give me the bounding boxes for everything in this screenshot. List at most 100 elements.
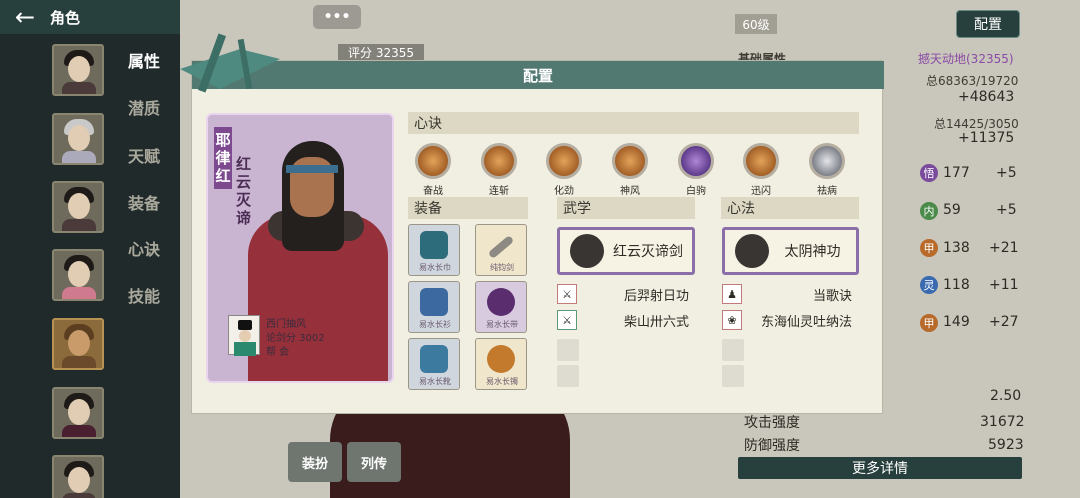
character-card: 耶律红 红云灭谛 西门抽风 论剑分 3002 帮 会 (206, 113, 394, 383)
xinjue-icon (546, 143, 582, 179)
xinjue-slot[interactable]: 化劲 (545, 143, 583, 197)
character-avatar[interactable] (52, 113, 104, 165)
xinjue-header: 心诀 (408, 112, 859, 134)
tab-equipment[interactable]: 装备 (128, 190, 168, 214)
more-details-button[interactable]: 更多详情 (738, 457, 1022, 479)
bonus-value-1: +48643 (958, 89, 1015, 105)
attribute-icon: 内 (920, 202, 938, 220)
xinjue-icon (743, 143, 779, 179)
costume-button[interactable]: 装扮 (288, 442, 342, 482)
xinjue-slot[interactable]: 白驹 (677, 143, 715, 197)
owner-score: 论剑分 3002 (266, 333, 325, 344)
empty-slot[interactable] (722, 339, 744, 361)
biography-button[interactable]: 列传 (347, 442, 401, 482)
equipment-slot[interactable]: 纯钧剑 (475, 224, 527, 276)
attack-value: 31672 (980, 414, 1025, 430)
character-avatar[interactable] (52, 44, 104, 96)
attribute-bonus: +11 (989, 277, 1019, 293)
wuxue-main-slot[interactable]: 红云灭谛剑 (557, 227, 695, 275)
xinjue-icon (481, 143, 517, 179)
owner-avatar (228, 315, 260, 356)
stat-value: 2.50 (990, 388, 1022, 404)
equipment-slot[interactable]: 易水长带 (475, 281, 527, 333)
attribute-icon: 悟 (920, 164, 938, 182)
equipment-slot[interactable]: 易水长巾 (408, 224, 460, 276)
wuxue-sub-slot[interactable]: ⚔ 柴山卅六式 (557, 309, 689, 331)
character-skill: 红云灭谛 (236, 155, 252, 227)
tab-skills[interactable]: 技能 (128, 283, 168, 307)
attribute-bonus: +21 (989, 240, 1019, 256)
attribute-value: 138 (943, 240, 970, 256)
xinjue-slot[interactable]: 祛病 (808, 143, 846, 197)
owner-guild: 帮 会 (266, 347, 290, 358)
character-avatar[interactable] (52, 249, 104, 301)
character-avatar[interactable] (52, 455, 104, 498)
tab-xinjue[interactable]: 心诀 (128, 236, 168, 260)
xinjue-slot[interactable]: 神风 (611, 143, 649, 197)
level-badge: 60级 (735, 14, 777, 34)
decoration-icon (180, 33, 280, 93)
equipment-slot[interactable]: 易水长衫 (408, 281, 460, 333)
xinjue-icon (809, 143, 845, 179)
back-arrow-icon[interactable]: ← (0, 0, 50, 34)
skill-icon: ♟ (722, 284, 742, 304)
character-avatar[interactable] (52, 387, 104, 439)
config-modal: 配置 耶律红 红云灭谛 西门抽风 论剑分 3002 帮 会 心诀 奋战 连斩 化… (180, 33, 884, 414)
xinjue-icon (612, 143, 648, 179)
skill-icon: ⚔ (557, 284, 577, 304)
skill-icon: ❀ (722, 310, 742, 330)
attribute-bonus: +5 (996, 165, 1017, 181)
modal-title: 配置 (192, 61, 884, 89)
tab-potential[interactable]: 潜质 (128, 95, 168, 119)
equipment-header: 装备 (408, 197, 528, 219)
total-value-1: 总68363/19720 (926, 74, 1019, 88)
attack-label: 攻击强度 (744, 415, 800, 431)
xinjue-icon (678, 143, 714, 179)
equipment-slot[interactable]: 易水长靴 (408, 338, 460, 390)
martial-art-icon (570, 234, 604, 268)
defense-value: 5923 (988, 437, 1024, 453)
empty-slot[interactable] (557, 365, 579, 387)
xinjue-slot[interactable]: 迅闪 (742, 143, 780, 197)
xinfa-sub-slot[interactable]: ❀ 东海仙灵吐纳法 (722, 309, 852, 331)
attribute-bonus: +27 (989, 314, 1019, 330)
stage: ← 角色 属性 潜质 天赋 装备 心诀 技能 ••• 评分 32355 60级 … (0, 0, 1080, 498)
owner-name: 西门抽风 (266, 319, 306, 330)
defense-label: 防御强度 (744, 438, 800, 454)
character-avatar-selected[interactable] (52, 318, 104, 370)
xinfa-main-slot[interactable]: 太阴神功 (722, 227, 859, 275)
left-panel: ← 角色 属性 潜质 天赋 装备 心诀 技能 (0, 0, 180, 498)
character-name: 耶律红 (214, 127, 232, 189)
title-link[interactable]: 撼天动地(32355) (918, 50, 1014, 67)
chat-button[interactable]: ••• (313, 5, 361, 29)
tab-attributes[interactable]: 属性 (128, 48, 168, 72)
attribute-bonus: +5 (996, 202, 1017, 218)
empty-slot[interactable] (722, 365, 744, 387)
top-bar: ← 角色 (0, 0, 180, 34)
attribute-icon: 甲 (920, 239, 938, 257)
equipment-slot[interactable]: 易水长镯 (475, 338, 527, 390)
attribute-value: 177 (943, 165, 970, 181)
bonus-value-2: +11375 (958, 130, 1015, 146)
score-label: 评分 32355 (338, 44, 424, 61)
empty-slot[interactable] (557, 339, 579, 361)
technique-icon (735, 234, 769, 268)
xinjue-slot[interactable]: 奋战 (414, 143, 452, 197)
wuxue-sub-slot[interactable]: ⚔ 后羿射日功 (557, 283, 689, 305)
attribute-value: 118 (943, 277, 970, 293)
xinfa-sub-slot[interactable]: ♟ 当歌诀 (722, 283, 852, 305)
attribute-icon: 甲 (920, 314, 938, 332)
character-avatar[interactable] (52, 181, 104, 233)
page-title: 角色 (50, 8, 81, 27)
attribute-value: 59 (943, 202, 961, 218)
xinfa-header: 心法 (721, 197, 859, 219)
owner-info: 西门抽风 论剑分 3002 帮 会 (228, 315, 378, 375)
xinjue-slot[interactable]: 连斩 (480, 143, 518, 197)
attribute-value: 149 (943, 314, 970, 330)
tab-talent[interactable]: 天赋 (128, 143, 168, 167)
wuxue-header: 武学 (557, 197, 695, 219)
attribute-icon: 灵 (920, 276, 938, 294)
skill-icon: ⚔ (557, 310, 577, 330)
xinjue-icon (415, 143, 451, 179)
config-button[interactable]: 配置 (956, 10, 1020, 38)
